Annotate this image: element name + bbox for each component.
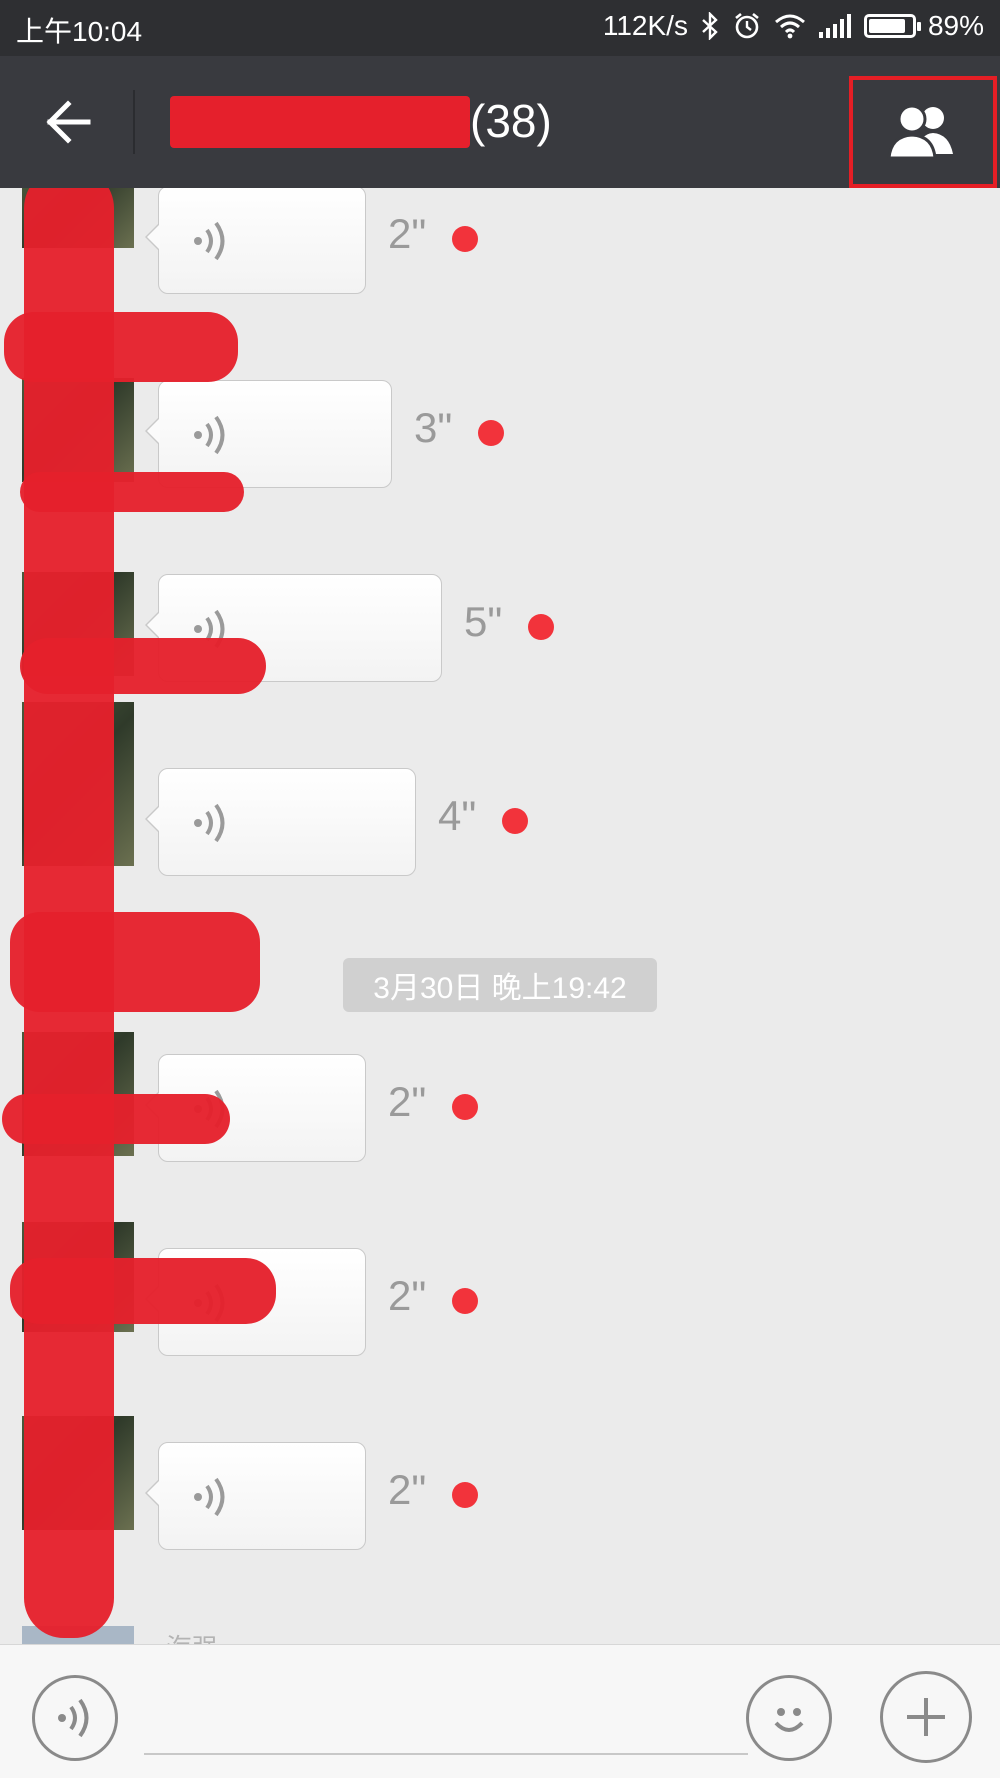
voice-wave-icon xyxy=(194,803,225,843)
wifi-icon xyxy=(774,13,806,39)
voice-wave-icon xyxy=(194,415,225,455)
redaction-scribble xyxy=(10,1258,276,1324)
group-name-redaction xyxy=(170,96,470,148)
redaction-scribble xyxy=(20,638,266,694)
alarm-icon xyxy=(732,11,762,41)
redaction-scribble xyxy=(10,912,260,1012)
member-count: (38) xyxy=(470,95,552,147)
input-bar xyxy=(0,1644,1000,1778)
voice-duration: 4" xyxy=(438,792,477,839)
voice-bubble[interactable] xyxy=(145,1442,366,1550)
voice-message: 2" xyxy=(0,1416,1000,1550)
more-button[interactable] xyxy=(880,1671,972,1763)
bluetooth-icon xyxy=(700,12,720,40)
arrow-left-icon xyxy=(46,100,91,144)
unread-dot xyxy=(502,808,528,834)
message-input[interactable] xyxy=(144,1701,748,1755)
voice-wave-icon xyxy=(194,221,225,261)
voice-duration: 2" xyxy=(388,210,427,257)
plus-icon xyxy=(907,1698,945,1736)
time-stamp: 3月30日 晚上19:42 xyxy=(343,958,657,1012)
unread-dot xyxy=(528,614,554,640)
status-bar: 上午10:04 112K/s 89% xyxy=(0,0,1000,56)
voice-duration: 3" xyxy=(414,404,453,451)
unread-dot xyxy=(452,1288,478,1314)
back-button[interactable] xyxy=(30,86,106,158)
battery-percent: 89% xyxy=(927,10,984,41)
redaction-scribble xyxy=(4,312,238,382)
emoji-icon xyxy=(774,1708,804,1732)
battery-icon xyxy=(863,14,921,38)
group-members-icon xyxy=(887,104,953,160)
voice-message: 4" xyxy=(0,702,1000,876)
voice-message: 2" xyxy=(0,188,1000,294)
voice-duration: 5" xyxy=(464,598,503,645)
status-time: 上午10:04 xyxy=(16,16,143,47)
voice-duration: 2" xyxy=(388,1272,427,1319)
redaction-scribble xyxy=(20,472,244,512)
header-divider xyxy=(133,90,135,154)
emoji-button[interactable] xyxy=(746,1675,832,1761)
voice-mode-icon xyxy=(58,1698,89,1738)
message-list[interactable]: 2" 3" 5" 4" 3月30日 晚上19:42 2" 2" 2" xyxy=(0,188,1000,1644)
voice-message: 3" xyxy=(0,374,1000,488)
unread-dot xyxy=(452,1094,478,1120)
voice-bubble[interactable] xyxy=(145,188,366,294)
battery-fill xyxy=(868,19,905,33)
unread-dot xyxy=(452,1482,478,1508)
voice-mode-button[interactable] xyxy=(32,1675,118,1761)
status-icons: 112K/s 89% xyxy=(603,10,984,42)
sender-name: 海强 xyxy=(166,1628,218,1644)
unread-dot xyxy=(478,420,504,446)
voice-bubble[interactable] xyxy=(145,768,416,876)
signal-icon xyxy=(818,14,852,38)
group-members-button[interactable] xyxy=(849,76,997,188)
network-speed: 112K/s xyxy=(602,10,688,41)
voice-duration: 2" xyxy=(388,1078,427,1125)
voice-duration: 2" xyxy=(388,1466,427,1513)
unread-dot xyxy=(452,226,478,252)
voice-wave-icon xyxy=(194,1477,225,1517)
chat-header: (38) xyxy=(0,56,1000,188)
redaction-scribble xyxy=(2,1094,230,1144)
